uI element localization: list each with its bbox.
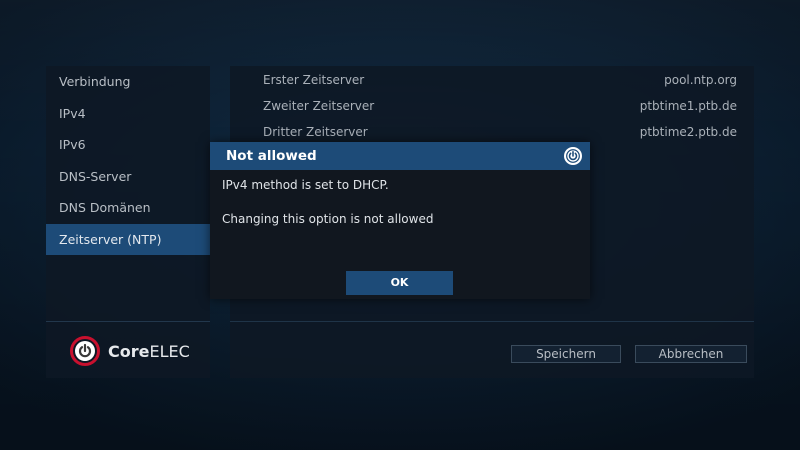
settings-sidebar: Verbindung IPv4 IPv6 DNS-Server DNS Domä… (46, 66, 210, 378)
not-allowed-dialog: Not allowed IPv4 method is set to DHCP. … (210, 142, 590, 299)
panel-divider (230, 321, 754, 322)
sidebar-item-ipv4[interactable]: IPv4 (46, 98, 210, 130)
power-icon (564, 147, 582, 165)
setting-row-first-timeserver[interactable]: Erster Zeitserver pool.ntp.org (263, 67, 737, 93)
sidebar-item-label: DNS Domänen (59, 200, 151, 215)
sidebar-item-label: IPv6 (59, 137, 86, 152)
dialog-header: Not allowed (210, 142, 590, 170)
sidebar-divider (46, 321, 210, 322)
setting-label: Zweiter Zeitserver (263, 99, 375, 113)
dialog-body: IPv4 method is set to DHCP. Changing thi… (210, 170, 590, 226)
dialog-message-line2: Changing this option is not allowed (222, 212, 434, 226)
sidebar-item-label: Verbindung (59, 74, 131, 89)
logo-text-rest: ELEC (149, 341, 190, 361)
setting-value: ptbtime2.ptb.de (639, 125, 737, 139)
ok-button[interactable]: OK (346, 271, 453, 295)
logo-text-bold: Core (108, 341, 150, 361)
sidebar-item-label: DNS-Server (59, 168, 132, 184)
cancel-button[interactable]: Abbrechen (635, 345, 747, 363)
sidebar-item-ipv6[interactable]: IPv6 (46, 129, 210, 161)
setting-value: ptbtime1.ptb.de (639, 99, 737, 113)
sidebar-item-dns-domains[interactable]: DNS Domänen (46, 192, 210, 224)
sidebar-item-label: IPv4 (59, 105, 86, 121)
save-button[interactable]: Speichern (511, 345, 621, 363)
setting-label: Erster Zeitserver (263, 73, 365, 87)
coreelec-logo: CoreELEC (70, 332, 190, 370)
dialog-message-line1: IPv4 method is set to DHCP. (222, 178, 389, 192)
setting-value: pool.ntp.org (664, 73, 737, 87)
sidebar-item-verbindung[interactable]: Verbindung (46, 66, 210, 98)
sidebar-item-dns-server[interactable]: DNS-Server (46, 161, 210, 193)
dialog-title: Not allowed (226, 148, 317, 164)
power-icon (70, 336, 100, 366)
setting-row-second-timeserver[interactable]: Zweiter Zeitserver ptbtime1.ptb.de (263, 93, 737, 119)
sidebar-item-ntp[interactable]: Zeitserver (NTP) (46, 223, 210, 255)
sidebar-item-label: Zeitserver (NTP) (59, 231, 162, 247)
logo-text: CoreELEC (108, 342, 190, 361)
